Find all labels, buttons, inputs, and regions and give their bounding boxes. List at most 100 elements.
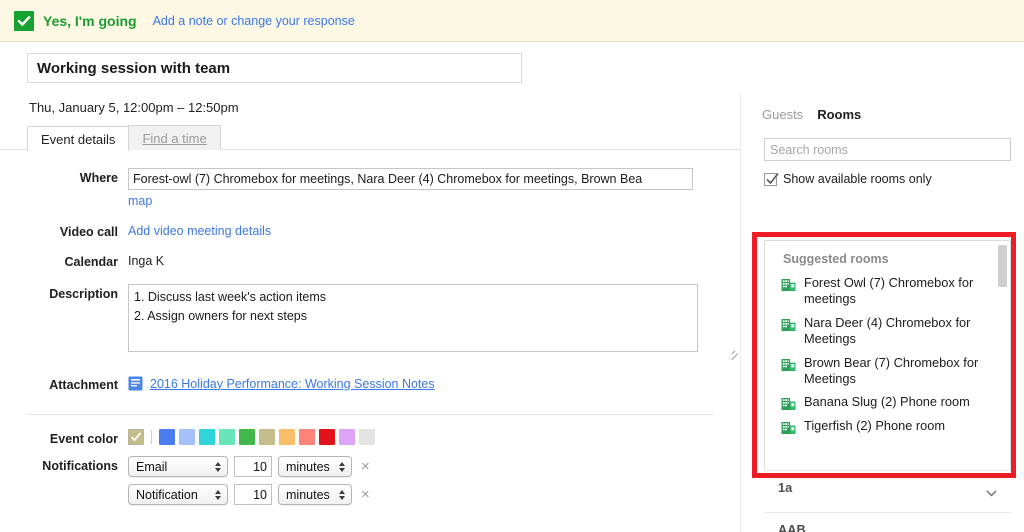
room-list-item[interactable]: Brown Bear (7) Chromebox for Meetings (765, 353, 1010, 393)
remove-notification-button-1[interactable]: × (361, 487, 370, 502)
notification-method-value: Notification (136, 487, 198, 502)
room-group-1a[interactable]: 1a (764, 470, 1011, 503)
room-name-label: Tigerfish (2) Phone room (804, 418, 946, 434)
event-color-swatch-6[interactable] (259, 429, 275, 445)
tab-find-a-time[interactable]: Find a time (128, 125, 221, 150)
notification-amount-input-0[interactable] (234, 456, 272, 477)
description-textarea[interactable]: 1. Discuss last week's action items 2. A… (128, 284, 698, 352)
change-response-link[interactable]: Add a note or change your response (153, 14, 355, 28)
attachment-label: Attachment (49, 378, 118, 392)
event-color-swatch-4[interactable] (219, 429, 235, 445)
calendar-value: Inga K (128, 254, 165, 268)
room-list-item[interactable]: Banana Slug (2) Phone room (765, 392, 1010, 416)
rsvp-status-label: Yes, I'm going (43, 12, 137, 29)
notification-list: Email minutes × Notification minutes × (128, 456, 740, 512)
suggested-rooms-heading: Suggested rooms (783, 252, 889, 266)
event-color-swatch-3[interactable] (199, 429, 215, 445)
notification-unit-select-0[interactable]: minutes (278, 456, 352, 477)
event-color-swatch-7[interactable] (279, 429, 295, 445)
show-available-rooms-label: Show available rooms only (783, 172, 932, 186)
description-label: Description (49, 287, 118, 301)
event-color-swatch-9[interactable] (319, 429, 335, 445)
suggested-rooms-panel: Suggested rooms Forest Owl (7) Chromebox… (764, 240, 1011, 470)
calendar-event-editor: Yes, I'm going Add a note or change your… (0, 0, 1024, 532)
map-link[interactable]: map (128, 194, 152, 208)
stepper-arrows-icon (339, 461, 345, 472)
event-color-row: Event color (0, 429, 740, 446)
description-row: Description 1. Discuss last week's actio… (0, 284, 740, 361)
notification-method-value: Email (136, 459, 168, 474)
rooms-scrollbar[interactable] (998, 245, 1007, 467)
room-list-item[interactable]: Forest Owl (7) Chromebox for meetings (765, 273, 1010, 313)
section-divider (27, 414, 713, 415)
notifications-row: Notifications Email minutes × Notification m… (0, 456, 740, 512)
column-divider (740, 92, 741, 532)
where-input[interactable] (128, 168, 693, 190)
room-group-1a-label: 1a (778, 479, 793, 495)
remove-notification-button-0[interactable]: × (361, 459, 370, 474)
stepper-arrows-icon (215, 461, 221, 472)
where-label: Where (79, 171, 118, 185)
building-icon (781, 277, 796, 292)
room-name-label: Nara Deer (4) Chromebox for Meetings (804, 314, 971, 347)
checkbox-icon[interactable] (764, 172, 779, 186)
tab-bar: Event details Find a time (27, 124, 727, 151)
room-name-label: Forest Owl (7) Chromebox for meetings (804, 275, 974, 307)
video-call-label: Video call (59, 225, 118, 239)
guests-rooms-pane: Guests Rooms Show available rooms only S… (752, 42, 1024, 532)
event-form: Where map Video call Add video meeting d… (0, 160, 740, 512)
tab-guests[interactable]: Guests (762, 107, 803, 122)
room-list: Forest Owl (7) Chromebox for meetings Nar… (765, 273, 1010, 440)
building-icon (781, 317, 796, 332)
check-icon[interactable] (14, 10, 34, 31)
calendar-label: Calendar (64, 255, 119, 269)
event-color-swatch-10[interactable] (339, 429, 355, 445)
stepper-arrows-icon (215, 489, 221, 500)
where-row: Where map (0, 168, 740, 210)
notification-method-select-1[interactable]: Notification (128, 484, 228, 505)
notification-amount-input-1[interactable] (234, 484, 272, 505)
swatch-separator (151, 430, 152, 444)
rooms-scrollbar-thumb[interactable] (998, 245, 1007, 287)
notification-unit-value: minutes (286, 487, 330, 502)
search-rooms-input[interactable] (764, 138, 1011, 161)
room-group-aab-label: AAB (778, 521, 806, 532)
chevron-down-icon (986, 526, 997, 532)
event-color-swatches (128, 429, 740, 445)
notification-row: Notification minutes × (128, 484, 740, 505)
notification-method-select-0[interactable]: Email (128, 456, 228, 477)
event-color-swatch-2[interactable] (179, 429, 195, 445)
room-list-item[interactable]: Tigerfish (2) Phone room (765, 416, 1010, 440)
room-list-item[interactable]: Nara Deer (4) Chromebox for Meetings (765, 313, 1010, 353)
google-doc-icon (128, 376, 143, 391)
building-icon (781, 396, 796, 411)
room-name-label: Banana Slug (2) Phone room (804, 394, 970, 410)
notification-unit-select-1[interactable]: minutes (278, 484, 352, 505)
room-group-aab[interactable]: AAB (764, 512, 1011, 532)
stepper-arrows-icon (339, 489, 345, 500)
tab-event-details[interactable]: Event details (27, 126, 130, 151)
room-name-label: Brown Bear (7) Chromebox for Meetings (804, 354, 979, 386)
chevron-down-icon (986, 484, 997, 496)
building-icon (781, 357, 796, 372)
tab-rooms[interactable]: Rooms (817, 107, 861, 122)
event-color-swatch-8[interactable] (299, 429, 315, 445)
event-color-swatch-0[interactable] (128, 429, 144, 445)
resize-grip-icon[interactable] (729, 345, 739, 361)
notification-unit-value: minutes (286, 459, 330, 474)
event-color-swatch-11[interactable] (359, 429, 375, 445)
event-color-swatch-1[interactable] (159, 429, 175, 445)
event-color-swatch-5[interactable] (239, 429, 255, 445)
event-title-input[interactable] (27, 53, 522, 83)
guests-rooms-tabs: Guests Rooms (762, 107, 861, 122)
calendar-row: Calendar Inga K (0, 252, 740, 270)
add-video-meeting-link[interactable]: Add video meeting details (128, 224, 271, 238)
show-available-rooms-toggle[interactable]: Show available rooms only (764, 172, 932, 186)
notifications-label: Notifications (42, 459, 118, 473)
attachment-link[interactable]: 2016 Holiday Performance: Working Sessio… (150, 377, 435, 391)
event-details-pane: Thu, January 5, 12:00pm – 12:50pm Event … (0, 42, 740, 532)
notification-row: Email minutes × (128, 456, 740, 477)
attachment-row: Attachment 2016 Holiday Performance: Wor… (0, 375, 740, 392)
event-datetime: Thu, January 5, 12:00pm – 12:50pm (29, 100, 239, 115)
event-color-label: Event color (49, 432, 118, 446)
